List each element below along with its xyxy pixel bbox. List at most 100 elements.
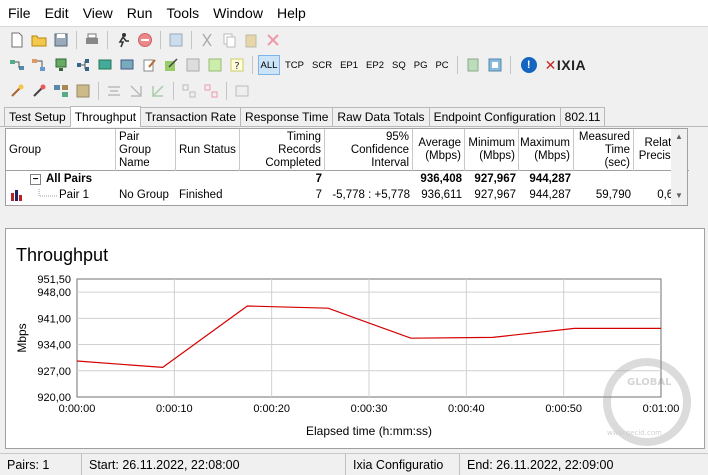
- print-icon[interactable]: [84, 32, 100, 48]
- pair-1-run-status: Finished: [179, 189, 223, 201]
- edit-icon[interactable]: [141, 57, 157, 73]
- status-bar: Pairs: 1 Start: 26.11.2022, 22:08:00 Ixi…: [0, 453, 708, 475]
- stop-icon[interactable]: [137, 32, 153, 48]
- options-icon[interactable]: [207, 57, 223, 73]
- add-pair-icon[interactable]: [9, 57, 25, 73]
- tab-throughput[interactable]: Throughput: [69, 106, 142, 127]
- paste-icon[interactable]: [243, 32, 259, 48]
- status-end: End: 26.11.2022, 22:09:00: [467, 457, 614, 472]
- y-tick-label: 927,00: [37, 366, 71, 378]
- tab-802-11[interactable]: 802.11: [559, 107, 606, 126]
- pair-1-minimum: 927,967: [474, 189, 516, 201]
- y-tick-label: 948,00: [37, 287, 71, 299]
- tab-endpoint-configuration[interactable]: Endpoint Configuration: [428, 107, 561, 126]
- new-file-icon[interactable]: [9, 32, 25, 48]
- col-measured-time[interactable]: Measured Time (sec): [574, 129, 634, 171]
- menu-tools[interactable]: Tools: [166, 5, 199, 21]
- info-icon[interactable]: !: [520, 57, 537, 73]
- col-group[interactable]: Group: [6, 129, 116, 171]
- x-tick-label: 0:00:00: [59, 403, 96, 415]
- filter-scr-button[interactable]: SCR: [309, 55, 335, 75]
- table-row-pair-1[interactable]: Pair 1 No Group Finished 7 -5,778 : +5,7…: [6, 187, 689, 203]
- grid-scrollbar[interactable]: ▲ ▼: [671, 129, 687, 205]
- network-icon[interactable]: [53, 57, 69, 73]
- filter-ep2-button[interactable]: EP2: [363, 55, 387, 75]
- col-maximum[interactable]: Maximum (Mbps): [519, 129, 574, 171]
- y-tick-label: 951,50: [37, 274, 71, 286]
- results-grid: Group Pair Group Name Run Status Timing …: [5, 128, 689, 206]
- toolbar-separator: [252, 56, 253, 74]
- toolbar-separator: [98, 82, 99, 100]
- collapse-icon[interactable]: −: [30, 173, 41, 185]
- swap-icon[interactable]: [185, 57, 201, 73]
- tab-response-time[interactable]: Response Time: [240, 107, 334, 126]
- magic-icon[interactable]: [31, 83, 47, 99]
- col-run-status[interactable]: Run Status: [176, 129, 240, 171]
- scroll-up-icon[interactable]: ▲: [675, 132, 683, 141]
- filter-pc-button[interactable]: PC: [432, 55, 451, 75]
- move-up-icon[interactable]: [128, 83, 144, 99]
- all-pairs-average: 936,408: [420, 173, 462, 185]
- pair-1-label: Pair 1: [59, 189, 90, 201]
- menu-help[interactable]: Help: [277, 5, 306, 21]
- menu-run[interactable]: Run: [127, 5, 153, 21]
- grid-header: Group Pair Group Name Run Status Timing …: [6, 129, 689, 171]
- add-multicast-icon[interactable]: [31, 57, 47, 73]
- x-tick-label: 0:00:40: [448, 403, 485, 415]
- pair-1-maximum: 944,287: [529, 189, 571, 201]
- col-average[interactable]: Average (Mbps): [413, 129, 465, 171]
- group-icon[interactable]: [75, 83, 91, 99]
- all-pairs-maximum: 944,287: [529, 173, 571, 185]
- filter-ep1-button[interactable]: EP1: [337, 55, 361, 75]
- split-icon[interactable]: [181, 83, 197, 99]
- toolbar-separator: [76, 30, 77, 49]
- col-confidence-interval[interactable]: 95% Confidence Interval: [325, 129, 413, 171]
- menu-window[interactable]: Window: [213, 5, 263, 21]
- col-timing-records[interactable]: Timing Records Completed: [240, 129, 325, 171]
- toolbar-separator: [509, 56, 511, 74]
- ixia-logo-mark: ✕: [544, 56, 557, 73]
- copy-icon[interactable]: [221, 32, 237, 48]
- watermark-url: www.gecid.com: [607, 429, 662, 437]
- export-icon[interactable]: [487, 57, 503, 73]
- run-icon[interactable]: [115, 32, 131, 48]
- menu-view[interactable]: View: [83, 5, 113, 21]
- wizard-icon[interactable]: [9, 83, 25, 99]
- table-row-all-pairs[interactable]: − All Pairs 7 936,408 927,967 944,287: [6, 171, 689, 187]
- topology-icon[interactable]: [75, 57, 91, 73]
- script-edit-icon[interactable]: [163, 57, 179, 73]
- col-pair-group-name[interactable]: Pair Group Name: [116, 129, 176, 171]
- scroll-down-icon[interactable]: ▼: [675, 191, 683, 200]
- properties-icon[interactable]: [234, 83, 250, 99]
- x-axis-label: Elapsed time (h:mm:ss): [306, 424, 432, 438]
- endpoint-icon[interactable]: [97, 57, 113, 73]
- save-icon[interactable]: [53, 32, 69, 48]
- filter-pg-button[interactable]: PG: [411, 55, 431, 75]
- menu-edit[interactable]: Edit: [45, 5, 69, 21]
- question-icon[interactable]: ?: [229, 57, 245, 73]
- pair-1-measured-time: 59,790: [595, 189, 631, 201]
- tab-test-setup[interactable]: Test Setup: [4, 107, 71, 126]
- tab-raw-data-totals[interactable]: Raw Data Totals: [332, 107, 430, 126]
- col-minimum[interactable]: Minimum (Mbps): [465, 129, 519, 171]
- menu-file[interactable]: File: [8, 5, 31, 21]
- report-icon[interactable]: [465, 57, 481, 73]
- tab-transaction-rate[interactable]: Transaction Rate: [140, 107, 242, 126]
- y-axis-label: Mbps: [15, 323, 29, 352]
- align-icon[interactable]: [106, 83, 122, 99]
- refresh-icon[interactable]: [168, 32, 184, 48]
- merge-icon[interactable]: [203, 83, 219, 99]
- delete-icon[interactable]: [265, 32, 281, 48]
- x-tick-label: 0:00:50: [545, 403, 582, 415]
- filter-sq-button[interactable]: SQ: [389, 55, 409, 75]
- status-pairs: Pairs: 1: [0, 453, 82, 475]
- move-down-icon[interactable]: [150, 83, 166, 99]
- ixia-logo: ✕IXIA: [545, 57, 586, 74]
- all-pairs-label: All Pairs: [46, 173, 93, 185]
- filter-all-button[interactable]: ALL: [258, 55, 280, 75]
- filter-tcp-button[interactable]: TCP: [282, 55, 307, 75]
- endpoint-config-icon[interactable]: [119, 57, 135, 73]
- cut-icon[interactable]: [199, 32, 215, 48]
- open-folder-icon[interactable]: [31, 32, 47, 48]
- multi-pair-icon[interactable]: [53, 83, 69, 99]
